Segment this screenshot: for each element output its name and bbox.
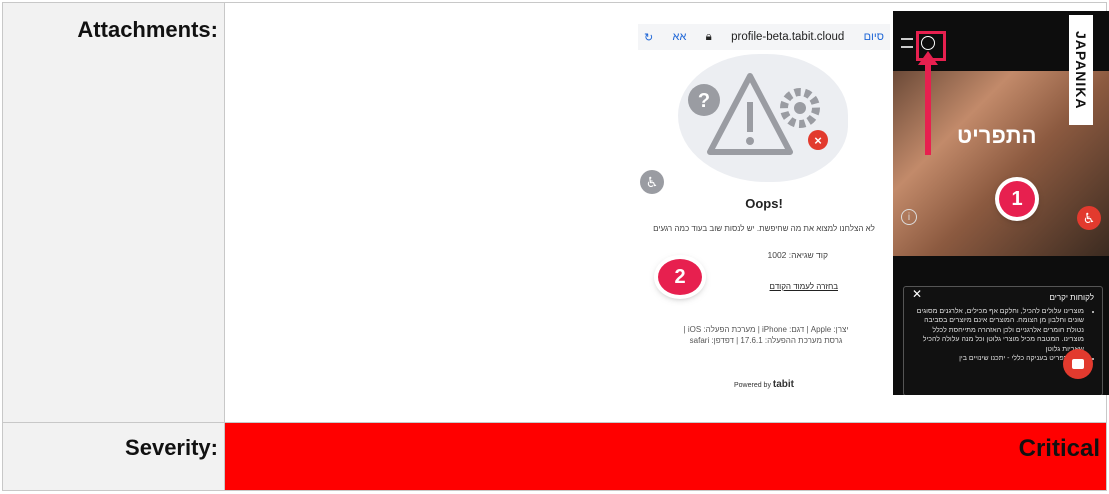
close-icon[interactable]: ✕ (912, 288, 922, 299)
bug-report-table: Attachments: ↻ אא 🔒︎ profile-beta.tabit.… (2, 2, 1109, 491)
notice-title: לקוחות יקרים (1049, 293, 1094, 302)
accessibility-icon-red[interactable]: ♿︎ (1077, 206, 1101, 230)
reload-icon: ↻ (644, 31, 654, 44)
hamburger-menu-icon[interactable] (901, 38, 913, 48)
notice-item-2: להלן תפריט בעניקה כללי - יתכנו שינויים ב… (912, 354, 1084, 364)
attachments-label: Attachments: (77, 17, 218, 42)
allergen-notice: ✕ לקוחות יקרים מוצרינו עלולים להכיל, וחל… (903, 286, 1103, 395)
notice-item-1: מוצרינו עלולים להכיל, וחלקם אף מכילים, א… (912, 307, 1084, 355)
attachments-row: Attachments: ↻ אא 🔒︎ profile-beta.tabit.… (2, 2, 1109, 423)
menu-title: התפריט (957, 123, 1037, 148)
chat-icon[interactable] (1063, 349, 1093, 379)
step-marker-2: 2 (658, 259, 702, 295)
powered-by: Powered by tabit (638, 379, 890, 390)
severity-label-cell: Severity: (2, 422, 225, 491)
info-icon[interactable]: i (901, 209, 917, 225)
severity-row: Severity: Critical (2, 422, 1107, 491)
tabit-logo: tabit (772, 379, 795, 390)
back-link[interactable]: בחזרה לעמוד הקודם (708, 282, 839, 291)
step-marker-1: 1 (999, 181, 1035, 217)
svg-text:?: ? (698, 90, 710, 112)
device-info-line-2: גרסת מערכת ההפעלה: 17.6.1 | דפדפן: safar… (689, 336, 843, 345)
lock-icon: 🔒︎ (705, 30, 712, 43)
severity-value: Critical (1018, 435, 1100, 462)
browser-done: סיום (863, 31, 884, 43)
japanika-logo: JAPANIKA (1069, 15, 1093, 125)
error-page-screenshot[interactable]: ↻ אא 🔒︎ profile-beta.tabit.cloud סיום ? (638, 24, 890, 395)
error-code: קוד שגיאה: 1002 (767, 250, 828, 260)
warning-icon: ? × (688, 73, 828, 155)
severity-label: Severity: (125, 435, 218, 460)
device-info: יצרן: Apple | דגם: iPhone | מערכת הפעלה:… (648, 324, 884, 346)
device-info-line-1: יצרן: Apple | דגם: iPhone | מערכת הפעלה:… (683, 325, 849, 334)
accessibility-icon[interactable]: ♿︎ (640, 170, 664, 194)
attachments-cell: ↻ אא 🔒︎ profile-beta.tabit.cloud סיום ? (224, 2, 1109, 423)
powered-by-label: Powered by (733, 382, 771, 389)
error-message: לא הצלחנו למצוא את מה שחיפשת. יש לנסות ש… (653, 224, 875, 233)
oops-heading: Oops! (745, 196, 783, 211)
error-illustration: ? × (678, 54, 848, 182)
browser-font-size: אא (672, 31, 687, 43)
severity-value-cell: Critical (224, 422, 1107, 491)
svg-text:×: × (814, 133, 822, 148)
arrow-shaft (925, 59, 931, 155)
attachments-label-cell: Attachments: (2, 2, 225, 423)
browser-url: profile-beta.tabit.cloud (731, 31, 845, 43)
profile-icon[interactable] (921, 36, 935, 50)
menu-page-screenshot[interactable]: JAPANIKA התפריט 1 i ♿︎ ✕ לקוחות יקרים מו… (893, 11, 1109, 395)
browser-url-bar: ↻ אא 🔒︎ profile-beta.tabit.cloud סיום (638, 24, 890, 50)
